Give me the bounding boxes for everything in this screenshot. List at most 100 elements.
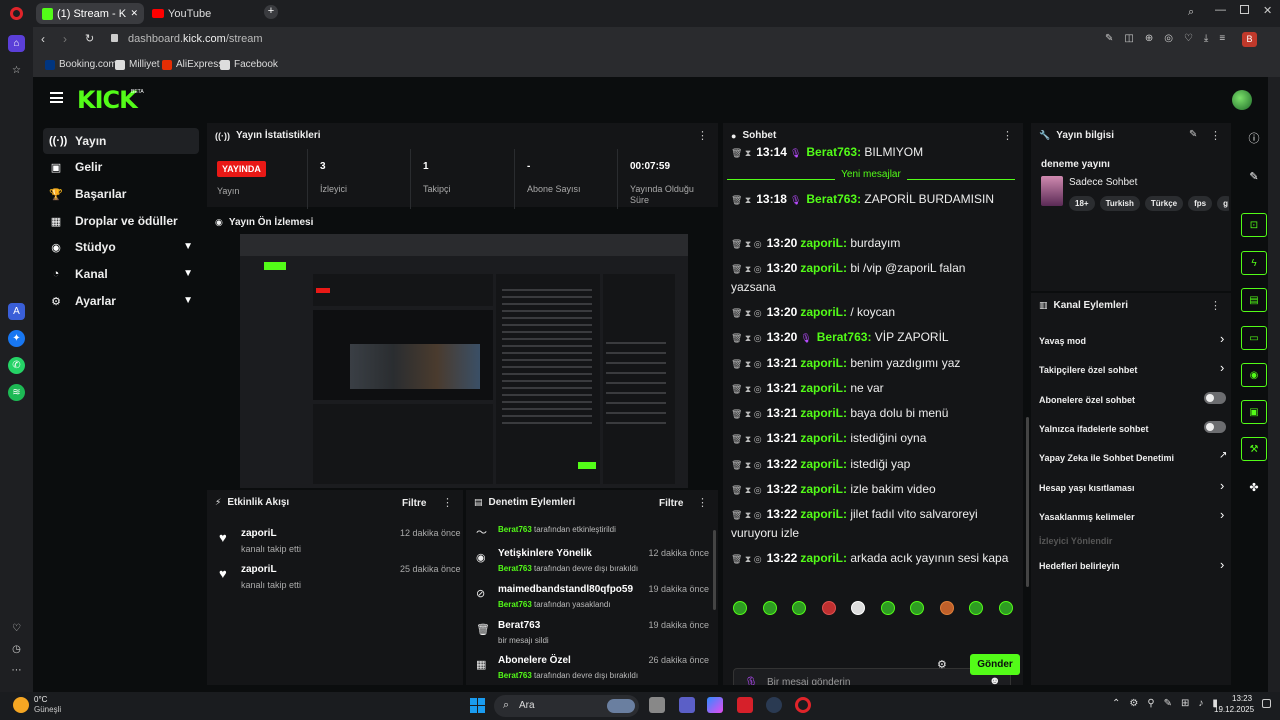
emote-icon[interactable] [969, 601, 984, 615]
chevron-right-icon[interactable]: › [1220, 331, 1224, 346]
stream-preview-video[interactable] [240, 234, 688, 488]
tag[interactable]: Türkçe [1144, 196, 1184, 211]
apps-icon[interactable]: ✤ [1243, 477, 1265, 497]
emote-icon[interactable] [792, 601, 807, 615]
sidebar-item-gelir[interactable]: ▣ Gelir [43, 154, 199, 180]
tab-kick-stream[interactable]: (1) Stream - Kick Dashbo ✕ [36, 3, 144, 24]
filter-button[interactable]: Filtre [402, 498, 426, 509]
option-banned-words[interactable]: Yasaklanmış kelimeler [1039, 512, 1219, 522]
tab-youtube[interactable]: YouTube [146, 3, 256, 24]
lightning-icon[interactable]: ϟ [1241, 251, 1267, 275]
aria-icon[interactable]: A [8, 303, 25, 320]
more-options-icon[interactable]: ⋮ [1210, 129, 1221, 142]
star-icon[interactable]: ☆ [8, 62, 25, 79]
emote-icon[interactable] [821, 601, 836, 615]
chevron-right-icon[interactable]: › [1220, 557, 1224, 572]
new-tab-icon[interactable]: + [264, 5, 278, 19]
more-options-icon[interactable]: ⋮ [1002, 129, 1013, 142]
bookmark-booking[interactable]: Booking.com [45, 59, 117, 70]
filter-button[interactable]: Filtre [659, 498, 683, 509]
teams-icon[interactable] [679, 697, 695, 713]
message-user[interactable]: zaporiL: [800, 551, 847, 565]
clock-date[interactable]: 19.12.2025 [1214, 705, 1254, 714]
chat-scrollbar[interactable] [1026, 417, 1029, 587]
mod-tools-icon[interactable]: 🗑 ⧗ [731, 148, 751, 158]
clipboard-icon[interactable]: ▤ [1241, 288, 1267, 312]
clock-time[interactable]: 13:23 [1232, 694, 1252, 703]
url-field[interactable]: dashboard.kick.com/stream [128, 33, 263, 45]
option-ai-moderation[interactable]: Yapay Zeka ile Sohbet Denetimi [1039, 453, 1219, 463]
moderation-actor[interactable]: Berat763 [498, 525, 532, 534]
mod-tools-icon[interactable]: 🗑 ⧗ [731, 195, 751, 205]
message-user[interactable]: zaporiL: [800, 381, 847, 395]
sidebar-item-kanal[interactable]: ◔ Kanal ▼ [43, 261, 199, 287]
opera-taskbar-icon[interactable] [795, 697, 811, 713]
reload-icon[interactable]: ↻ [85, 32, 94, 45]
moderation-actor[interactable]: Berat763 [498, 564, 532, 573]
moderation-actor[interactable]: Berat763 [498, 600, 532, 609]
mod-tools-icon[interactable]: 🗑 ⧗ ◎ [731, 264, 762, 274]
message-user[interactable]: Berat763: [806, 145, 861, 159]
mod-tools-icon[interactable]: 🗑 ⧗ ◎ [731, 554, 762, 564]
screenshot-icon[interactable]: ⊡ [1241, 213, 1267, 237]
mod-tools-icon[interactable]: 🗑 ⧗ ◎ [731, 239, 762, 249]
tag[interactable]: fps [1188, 196, 1213, 211]
chat-bubble-icon[interactable]: ▭ [1241, 326, 1267, 350]
message-user[interactable]: Berat763: [817, 330, 872, 344]
message-user[interactable]: zaporiL: [800, 261, 847, 275]
wrench-icon[interactable]: ⚒ [1241, 437, 1267, 461]
save-icon[interactable]: ▣ [1241, 400, 1267, 424]
sidebar-item-ayarlar[interactable]: ⚙ Ayarlar ▼ [43, 288, 199, 314]
weather-icon[interactable] [13, 697, 29, 713]
kick-logo[interactable]: KICK [77, 86, 138, 114]
option-followers-only[interactable]: Takipçilere özel sohbet [1039, 365, 1219, 375]
mod-tools-icon[interactable]: 🗑 ⧗ ◎ [731, 510, 762, 520]
mod-tools-icon[interactable]: 🗑 ⧗ ◎ [731, 485, 762, 495]
profile-avatar[interactable]: B [1242, 32, 1257, 47]
sidebar-item-studyo[interactable]: ◉ Stüdyo ▼ [43, 234, 199, 260]
menu-icon[interactable] [50, 92, 63, 103]
more-options-icon[interactable]: ⋮ [442, 496, 453, 509]
user-avatar[interactable] [1232, 90, 1252, 110]
moderation-actor[interactable]: Berat763 [498, 671, 532, 680]
maximize-icon[interactable] [1240, 5, 1249, 14]
chevron-right-icon[interactable]: › [1220, 478, 1224, 493]
emote-icon[interactable] [733, 601, 747, 615]
emoji-icon[interactable]: ☻ [989, 675, 1001, 685]
message-user[interactable]: zaporiL: [800, 406, 847, 420]
spotify-icon[interactable]: ≋ [8, 384, 25, 401]
chevron-right-icon[interactable]: › [1220, 507, 1224, 522]
message-user[interactable]: zaporiL: [800, 431, 847, 445]
tag[interactable]: Turkish [1099, 196, 1140, 211]
option-subscribers-only[interactable]: Abonelere özel sohbet [1039, 395, 1219, 405]
message-user[interactable]: zaporiL: [800, 236, 847, 250]
copilot-icon[interactable] [707, 697, 723, 713]
tag[interactable]: 18+ [1069, 196, 1095, 211]
option-slow-mode[interactable]: Yavaş mod [1039, 336, 1219, 346]
more-options-icon[interactable]: ⋮ [697, 129, 708, 142]
send-button[interactable]: Gönder [970, 654, 1020, 675]
emote-icon[interactable] [851, 601, 866, 615]
scrollbar[interactable] [713, 530, 716, 610]
minimize-icon[interactable]: — [1215, 4, 1226, 16]
message-user[interactable]: zaporiL: [800, 482, 847, 496]
mod-tools-icon[interactable]: 🗑 ⧗ ◎ [731, 333, 762, 343]
history-icon[interactable]: ◷ [8, 641, 25, 658]
steam-icon[interactable] [766, 697, 782, 713]
home-icon[interactable]: ⌂ [8, 35, 25, 52]
mod-tools-icon[interactable]: 🗑 ⧗ ◎ [731, 434, 762, 444]
chat-settings-icon[interactable]: ⚙ [937, 658, 947, 671]
notification-icon[interactable] [1262, 699, 1271, 708]
bookmark-milliyet[interactable]: Milliyet [115, 59, 160, 70]
message-user[interactable]: Berat763: [806, 192, 861, 206]
task-view-icon[interactable] [649, 697, 665, 713]
mod-tools-icon[interactable]: 🗑 ⧗ ◎ [731, 308, 762, 318]
emote-icon[interactable] [998, 601, 1013, 615]
tag[interactable]: g [1217, 196, 1229, 211]
sidebar-item-yayin[interactable]: ((·)) Yayın [43, 128, 199, 154]
forward-icon[interactable]: › [63, 32, 67, 46]
info-icon[interactable]: ⓘ [1243, 128, 1265, 148]
sidebar-item-droplar[interactable]: ▦ Droplar ve ödüller [43, 208, 199, 234]
messenger-icon[interactable]: ✦ [8, 330, 25, 347]
sidebar-item-basarilar[interactable]: 🏆 Başarılar [43, 181, 199, 207]
